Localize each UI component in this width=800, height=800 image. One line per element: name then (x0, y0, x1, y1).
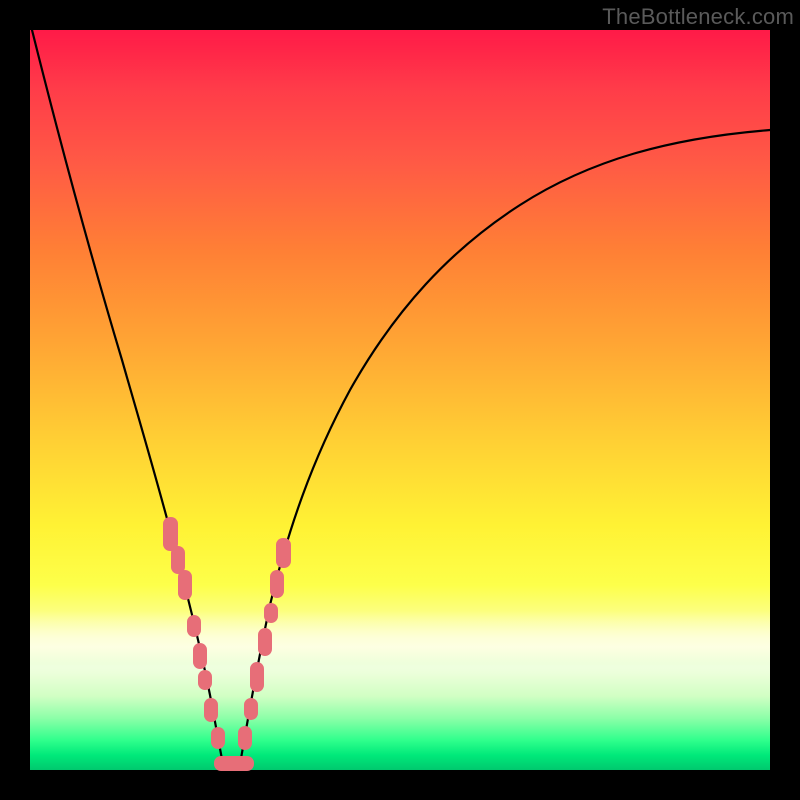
plot-area (30, 30, 770, 770)
curve-right-branch (239, 130, 770, 770)
outer-frame: TheBottleneck.com (0, 0, 800, 800)
markers-right (238, 538, 291, 750)
markers-bottom (214, 756, 254, 771)
attribution-text: TheBottleneck.com (602, 4, 794, 30)
markers-left (163, 517, 225, 749)
chart-svg (30, 30, 770, 770)
